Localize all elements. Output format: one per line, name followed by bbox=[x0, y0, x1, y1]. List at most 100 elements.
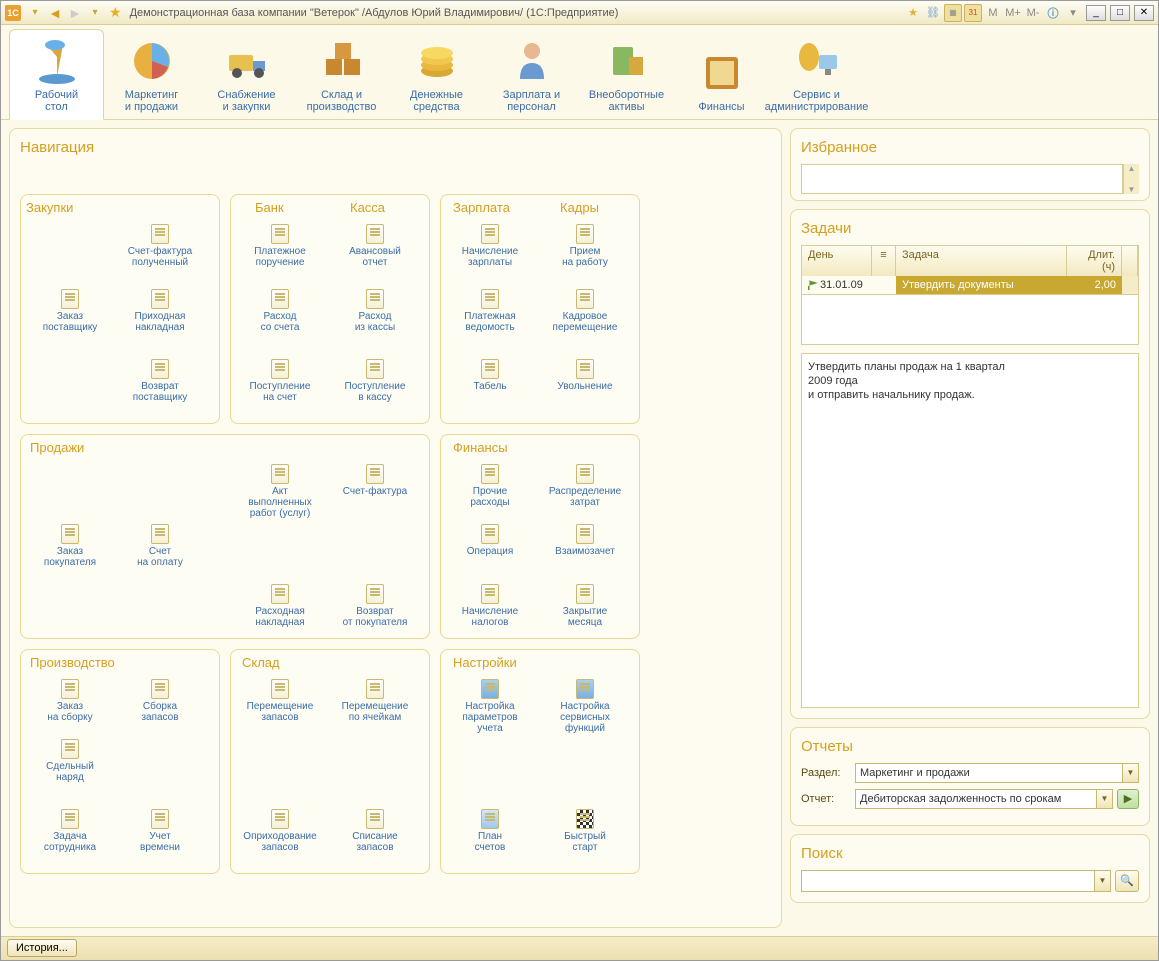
chevron-down-icon[interactable]: ▼ bbox=[1122, 764, 1138, 782]
tasks-header: День ≡ Задача Длит. (ч) bbox=[802, 246, 1138, 276]
favorite-star-icon[interactable]: ★ bbox=[109, 4, 122, 21]
doc-akt-rabot[interactable]: Акт выполненных работ (услуг) bbox=[235, 464, 325, 519]
group-zakupki-title: Закупки bbox=[26, 200, 73, 215]
history-button[interactable]: История... bbox=[7, 939, 77, 957]
maximize-button[interactable]: □ bbox=[1110, 5, 1130, 21]
dropdown-icon[interactable]: ▾ bbox=[26, 4, 44, 22]
tasks-table: День ≡ Задача Длит. (ч) 31.01.09 Утверди… bbox=[801, 245, 1139, 345]
link-icon[interactable]: ⛓ bbox=[924, 4, 942, 22]
doc-prihod-nakl[interactable]: Приходная накладная bbox=[115, 289, 205, 333]
doc-schet-oplata[interactable]: Счет на оплату bbox=[115, 524, 205, 568]
info-dd[interactable]: ▾ bbox=[1064, 4, 1082, 22]
favorites-title: Избранное bbox=[801, 139, 1139, 156]
doc-operation[interactable]: Операция bbox=[445, 524, 535, 557]
tab-assets[interactable]: Внеоборотные активы bbox=[579, 29, 674, 119]
doc-uvolnenie[interactable]: Увольнение bbox=[540, 359, 630, 392]
doc-schet-faktura-pol[interactable]: Счет-фактура полученный bbox=[115, 224, 205, 268]
doc-zakaz-sborka[interactable]: Заказ на сборку bbox=[25, 679, 115, 723]
doc-postup-kassa[interactable]: Поступление в кассу bbox=[330, 359, 420, 403]
mem-mminus[interactable]: M- bbox=[1024, 4, 1042, 22]
calendar-icon[interactable]: 31 bbox=[964, 4, 982, 22]
doc-vzaimozachet[interactable]: Взаимозачет bbox=[540, 524, 630, 557]
tab-finance[interactable]: Финансы bbox=[674, 29, 769, 119]
doc-schet-faktura[interactable]: Счет-фактура bbox=[330, 464, 420, 497]
doc-kadr-perem[interactable]: Кадровое перемещение bbox=[540, 289, 630, 333]
doc-postup-schet[interactable]: Поступление на счет bbox=[235, 359, 325, 403]
tab-marketing[interactable]: Маркетинг и продажи bbox=[104, 29, 199, 119]
doc-nachisl-zp[interactable]: Начисление зарплаты bbox=[445, 224, 535, 268]
chevron-down-icon[interactable]: ▼ bbox=[1096, 790, 1112, 808]
tab-money[interactable]: Денежные средства bbox=[389, 29, 484, 119]
group-nastr-title: Настройки bbox=[453, 655, 517, 670]
doc-spis-zap[interactable]: Списание запасов bbox=[330, 809, 420, 853]
doc-plat-poruch[interactable]: Платежное поручение bbox=[235, 224, 325, 268]
th-task[interactable]: Задача bbox=[896, 246, 1067, 276]
back-button[interactable]: ◄ bbox=[46, 4, 64, 22]
doc-perem-yach[interactable]: Перемещение по ячейкам bbox=[330, 679, 420, 723]
run-report-button[interactable]: ▶ bbox=[1117, 789, 1139, 809]
assets-icon bbox=[603, 37, 651, 85]
pie-chart-icon bbox=[128, 37, 176, 85]
doc-avans-otchet[interactable]: Авансовый отчет bbox=[330, 224, 420, 268]
doc-sborka-zap[interactable]: Сборка запасов bbox=[115, 679, 205, 723]
doc-plat-vedom[interactable]: Платежная ведомость bbox=[445, 289, 535, 333]
info-icon[interactable]: ⓘ bbox=[1044, 4, 1062, 22]
doc-prochie-rash[interactable]: Прочие расходы bbox=[445, 464, 535, 508]
flag-icon bbox=[808, 280, 818, 290]
doc-raspred-zatrat[interactable]: Распределение затрат bbox=[540, 464, 630, 508]
tab-supply[interactable]: Снабжение и закупки bbox=[199, 29, 294, 119]
doc-sdel-naryad[interactable]: Сдельный наряд bbox=[25, 739, 115, 783]
calc-icon[interactable]: ▦ bbox=[944, 4, 962, 22]
doc-uchet-vrem[interactable]: Учет времени bbox=[115, 809, 205, 853]
tab-desktop[interactable]: Рабочий стол bbox=[9, 29, 104, 120]
doc-tabel[interactable]: Табель bbox=[445, 359, 535, 392]
service-icon bbox=[793, 37, 841, 85]
favorites-list[interactable] bbox=[801, 164, 1123, 194]
doc-plan-schetov[interactable]: План счетов bbox=[445, 809, 535, 853]
search-input[interactable]: ▼ bbox=[801, 870, 1111, 892]
doc-nachisl-nalog[interactable]: Начисление налогов bbox=[445, 584, 535, 628]
doc-nastr-param[interactable]: Настройка параметров учета bbox=[445, 679, 535, 734]
doc-vozvrat-post[interactable]: Возврат поставщику bbox=[115, 359, 205, 403]
doc-bystr-start[interactable]: Быстрый старт bbox=[540, 809, 630, 853]
app-logo-icon: 1C bbox=[5, 5, 21, 21]
tab-salary[interactable]: Зарплата и персонал bbox=[484, 29, 579, 119]
search-button[interactable]: 🔍 bbox=[1115, 870, 1139, 892]
forward-button[interactable]: ► bbox=[66, 4, 84, 22]
tab-warehouse[interactable]: Склад и производство bbox=[294, 29, 389, 119]
task-name: Утвердить документы bbox=[896, 276, 1067, 294]
doc-zakaz-pokup[interactable]: Заказ покупателя bbox=[25, 524, 115, 568]
finance-icon bbox=[698, 49, 746, 97]
doc-zadacha-sotr[interactable]: Задача сотрудника bbox=[25, 809, 115, 853]
close-button[interactable]: ✕ bbox=[1134, 5, 1154, 21]
th-scroll bbox=[1122, 246, 1138, 276]
doc-priem-rab[interactable]: Прием на работу bbox=[540, 224, 630, 268]
tab-service[interactable]: Сервис и администрирование bbox=[769, 29, 864, 119]
doc-vozvrat-pokup[interactable]: Возврат от покупателя bbox=[330, 584, 420, 628]
th-dur[interactable]: Длит. (ч) bbox=[1067, 246, 1122, 276]
dropdown2-icon[interactable]: ▾ bbox=[86, 4, 104, 22]
mem-mplus[interactable]: M+ bbox=[1004, 4, 1022, 22]
section-select[interactable]: Маркетинг и продажи▼ bbox=[855, 763, 1139, 783]
favorites-scrollbar[interactable]: ▲▼ bbox=[1123, 164, 1139, 194]
fav-icon[interactable]: ★ bbox=[904, 4, 922, 22]
doc-zakaz-post[interactable]: Заказ поставщику bbox=[25, 289, 115, 333]
doc-nastr-serv[interactable]: Настройка сервисных функций bbox=[540, 679, 630, 734]
doc-oprih-zap[interactable]: Оприходование запасов bbox=[235, 809, 325, 853]
report-select[interactable]: Дебиторская задолженность по срокам▼ bbox=[855, 789, 1113, 809]
doc-perem-zap[interactable]: Перемещение запасов bbox=[235, 679, 325, 723]
minimize-button[interactable]: _ bbox=[1086, 5, 1106, 21]
search-title: Поиск bbox=[801, 845, 1139, 862]
task-description: Утвердить планы продаж на 1 квартал 2009… bbox=[801, 353, 1139, 708]
th-sort-icon[interactable]: ≡ bbox=[872, 246, 896, 276]
chevron-down-icon[interactable]: ▼ bbox=[1094, 871, 1110, 891]
desktop-lamp-icon bbox=[33, 37, 81, 85]
th-day[interactable]: День bbox=[802, 246, 872, 276]
doc-rashod-kassa[interactable]: Расход из кассы bbox=[330, 289, 420, 333]
doc-rashod-nakl[interactable]: Расходная накладная bbox=[235, 584, 325, 628]
doc-zakr-mes[interactable]: Закрытие месяца bbox=[540, 584, 630, 628]
reports-title: Отчеты bbox=[801, 738, 1139, 755]
mem-m[interactable]: M bbox=[984, 4, 1002, 22]
task-row-selected[interactable]: 31.01.09 Утвердить документы 2,00 bbox=[802, 276, 1138, 294]
doc-rashod-schet[interactable]: Расход со счета bbox=[235, 289, 325, 333]
